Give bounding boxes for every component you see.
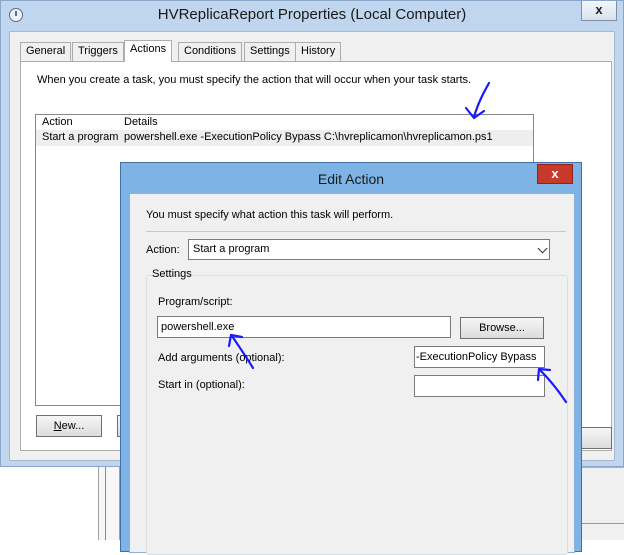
tab-general[interactable]: General	[20, 42, 72, 61]
properties-titlebar[interactable]: HVReplicaReport Properties (Local Comput…	[1, 1, 623, 31]
divider	[146, 231, 566, 232]
tab-conditions[interactable]: Conditions	[178, 42, 242, 61]
program-script-input[interactable]: powershell.exe	[157, 316, 451, 338]
action-type-label: Action:	[146, 244, 180, 256]
edit-action-client: You must specify what action this task w…	[129, 193, 575, 555]
action-type-value: Start a program	[193, 243, 270, 255]
settings-panel: Program/script: powershell.exe Browse...…	[152, 286, 562, 554]
add-arguments-value: -ExecutionPolicy Bypass	[416, 351, 537, 363]
background-panel-edge	[582, 467, 624, 540]
new-button-accelerator: N	[53, 420, 62, 432]
edit-action-close-button[interactable]: x	[537, 164, 573, 184]
start-in-input[interactable]	[414, 375, 545, 397]
program-script-label: Program/script:	[158, 296, 233, 308]
browse-button[interactable]: Browse...	[460, 317, 544, 339]
properties-close-button[interactable]: x	[581, 1, 617, 21]
action-type-select[interactable]: Start a program	[188, 239, 550, 260]
table-row[interactable]: Start a program powershell.exe -Executio…	[36, 130, 533, 146]
actions-intro-text: When you create a task, you must specify…	[37, 74, 472, 86]
add-arguments-label: Add arguments (optional):	[158, 352, 285, 364]
start-in-label: Start in (optional):	[158, 379, 245, 391]
tab-history[interactable]: History	[295, 42, 342, 61]
program-script-value: powershell.exe	[161, 321, 235, 333]
chevron-down-icon	[537, 243, 548, 254]
edit-action-title: Edit Action	[317, 171, 385, 187]
new-button-label: ew...	[61, 420, 85, 432]
column-header-action[interactable]: Action	[42, 116, 73, 128]
tab-triggers[interactable]: Triggers	[72, 42, 124, 61]
row-action: Start a program	[42, 131, 119, 143]
add-arguments-input[interactable]: -ExecutionPolicy Bypass	[414, 346, 545, 368]
column-header-details[interactable]: Details	[124, 116, 158, 128]
edit-action-dialog: Edit Action x You must specify what acti…	[120, 162, 582, 555]
properties-title: HVReplicaReport Properties (Local Comput…	[157, 6, 467, 23]
row-details: powershell.exe -ExecutionPolicy Bypass C…	[124, 131, 493, 143]
tab-settings[interactable]: Settings	[244, 42, 296, 61]
tab-actions[interactable]: Actions	[124, 40, 173, 62]
settings-group-label: Settings	[152, 268, 192, 280]
edit-action-instruction: You must specify what action this task w…	[146, 209, 394, 221]
background-window-edge	[98, 467, 120, 540]
new-action-button[interactable]: New...	[36, 415, 102, 437]
action-list-header: Action Details	[36, 115, 533, 129]
